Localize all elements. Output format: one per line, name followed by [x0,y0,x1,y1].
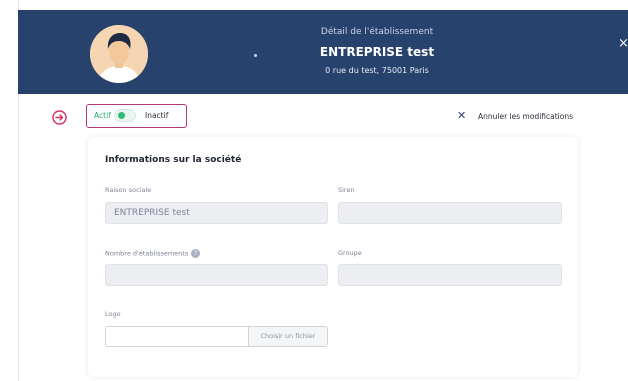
help-icon[interactable]: ? [191,249,201,258]
close-icon[interactable]: × [618,36,628,51]
left-rail [0,0,19,381]
company-info-card: Informations sur la société Raison socia… [88,137,578,377]
establishment-header: Détail de l'établissement ENTREPRISE tes… [18,10,628,94]
groupe-label: Groupe [338,249,362,257]
toggle-label-inactif: Inactif [145,111,169,120]
nombre-etablissements-label-text: Nombre d'établissements [105,249,189,258]
section-title: Informations sur la société [105,155,242,165]
raison-sociale-label: Raison sociale [105,186,152,194]
status-toggle[interactable]: Actif Inactif [86,104,187,128]
siren-field[interactable] [338,202,562,224]
page: Détail de l'établissement ENTREPRISE tes… [0,0,628,381]
arrow-circle-right-icon[interactable] [52,110,67,125]
choose-file-button[interactable]: Choisir un fichier [248,327,327,346]
avatar [90,25,148,83]
toggle-knob [118,112,125,119]
avatar-illustration [90,25,148,83]
cancel-icon[interactable]: ✕ [457,109,466,122]
cancel-changes-button[interactable]: Annuler les modifications [478,112,573,121]
raison-sociale-value: ENTREPRISE test [114,208,190,218]
raison-sociale-field[interactable]: ENTREPRISE test [105,202,328,224]
nombre-etablissements-field[interactable] [105,264,328,286]
toggle-label-actif: Actif [94,111,111,120]
header-title: ENTREPRISE test [319,45,435,59]
top-strip [0,0,628,10]
nombre-etablissements-label: Nombre d'établissements? [105,249,201,258]
siren-label: Siren [338,186,355,194]
header-subtitle: Détail de l'établissement [320,27,434,37]
header-address: 0 rue du test, 75001 Paris [325,66,429,75]
groupe-field[interactable] [338,264,562,286]
toggle-switch[interactable] [114,109,136,122]
logo-label: Logo [105,310,121,318]
logo-file-input[interactable]: Choisir un fichier [105,326,328,347]
